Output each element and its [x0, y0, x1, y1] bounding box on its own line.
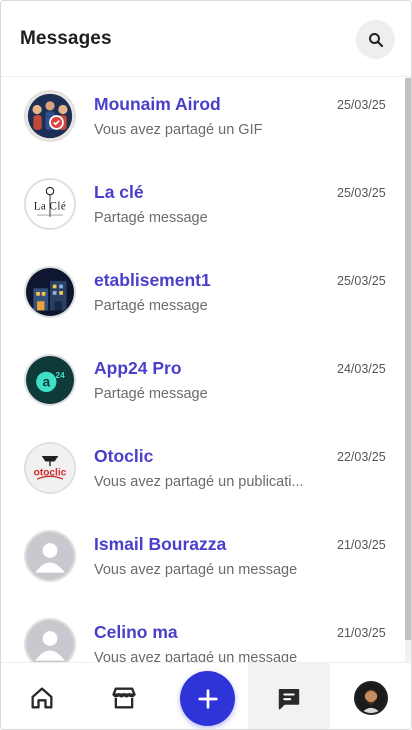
conversation-date: 21/03/25	[337, 626, 386, 640]
conversation-date: 24/03/25	[337, 362, 386, 376]
avatar: otoclic	[24, 442, 76, 494]
scrollbar-thumb[interactable]	[405, 78, 411, 640]
conversation-item[interactable]: Mounaim Airod Vous avez partagé un GIF 2…	[1, 78, 404, 166]
conversation-name: etablisement1	[94, 270, 211, 290]
app24-logo-letter: a	[42, 373, 50, 389]
conversation-item[interactable]: Celino ma Vous avez partagé un message 2…	[1, 606, 404, 662]
avatar: a 24	[24, 354, 76, 406]
conversation-name: Celino ma	[94, 622, 178, 642]
conversation-date: 25/03/25	[337, 274, 386, 288]
conversation-name: Ismail Bourazza	[94, 534, 227, 554]
search-button[interactable]	[356, 20, 395, 59]
default-user-icon	[26, 620, 74, 662]
default-user-icon	[26, 532, 74, 580]
conversation-date: 25/03/25	[337, 186, 386, 200]
conversation-preview: Vous avez partagé un publicati...	[94, 474, 304, 490]
conversation-item[interactable]: otoclic Otoclic Vous avez partagé un pub…	[1, 430, 404, 518]
conversation-preview: Partagé message	[94, 386, 208, 402]
conversation-name: Mounaim Airod	[94, 94, 221, 114]
conversation-item[interactable]: La Clé La clé Partagé message 25/03/25	[1, 166, 404, 254]
conversation-preview: Partagé message	[94, 298, 208, 314]
conversation-item[interactable]: a 24 App24 Pro Partagé message 24/03/25	[1, 342, 404, 430]
messages-icon	[278, 688, 300, 709]
conversation-name: App24 Pro	[94, 358, 182, 378]
avatar	[24, 530, 76, 582]
nav-home-button[interactable]	[1, 663, 83, 729]
app24-logo-avatar: a 24	[26, 356, 74, 404]
profile-photo	[356, 682, 386, 713]
home-icon	[31, 687, 53, 708]
search-icon	[368, 32, 383, 47]
conversation-name: La clé	[94, 182, 144, 202]
conversation-preview: Vous avez partagé un message	[94, 650, 298, 662]
conversation-name: Otoclic	[94, 446, 154, 466]
conversation-preview: Vous avez partagé un GIF	[94, 122, 263, 138]
conversation-item[interactable]: Ismail Bourazza Vous avez partagé un mes…	[1, 518, 404, 606]
building-illustration-avatar	[26, 268, 74, 316]
avatar	[24, 90, 76, 142]
page-title: Messages	[20, 28, 112, 49]
scrollbar[interactable]	[405, 78, 411, 662]
bottom-navigation	[1, 662, 411, 729]
conversation-preview: Partagé message	[94, 210, 208, 226]
app-frame: Messages Mounaim Airod Vous avez partagé…	[0, 0, 412, 730]
conversation-date: 22/03/25	[337, 450, 386, 464]
nav-messages-button[interactable]	[248, 663, 330, 729]
app24-logo-superscript: 24	[56, 370, 66, 380]
store-icon	[112, 687, 136, 708]
conversation-list[interactable]: Mounaim Airod Vous avez partagé un GIF 2…	[1, 78, 404, 662]
avatar	[24, 618, 76, 662]
nav-profile-button[interactable]	[330, 663, 411, 729]
add-icon	[197, 688, 218, 709]
avatar: La Clé	[24, 178, 76, 230]
conversation-date: 25/03/25	[337, 98, 386, 112]
conversation-item[interactable]: etablisement1 Partagé message 25/03/25	[1, 254, 404, 342]
group-photo-avatar	[26, 92, 74, 140]
laclé-logo-avatar: La Clé	[26, 180, 74, 228]
otoclic-logo-avatar: otoclic	[26, 444, 74, 492]
conversation-preview: Vous avez partagé un message	[94, 562, 298, 578]
profile-avatar	[354, 680, 388, 715]
nav-store-button[interactable]	[83, 663, 165, 729]
conversation-date: 21/03/25	[337, 538, 386, 552]
add-button[interactable]	[180, 671, 235, 726]
header: Messages	[1, 1, 411, 77]
avatar	[24, 266, 76, 318]
laclé-logo-text: La Clé	[34, 201, 67, 213]
